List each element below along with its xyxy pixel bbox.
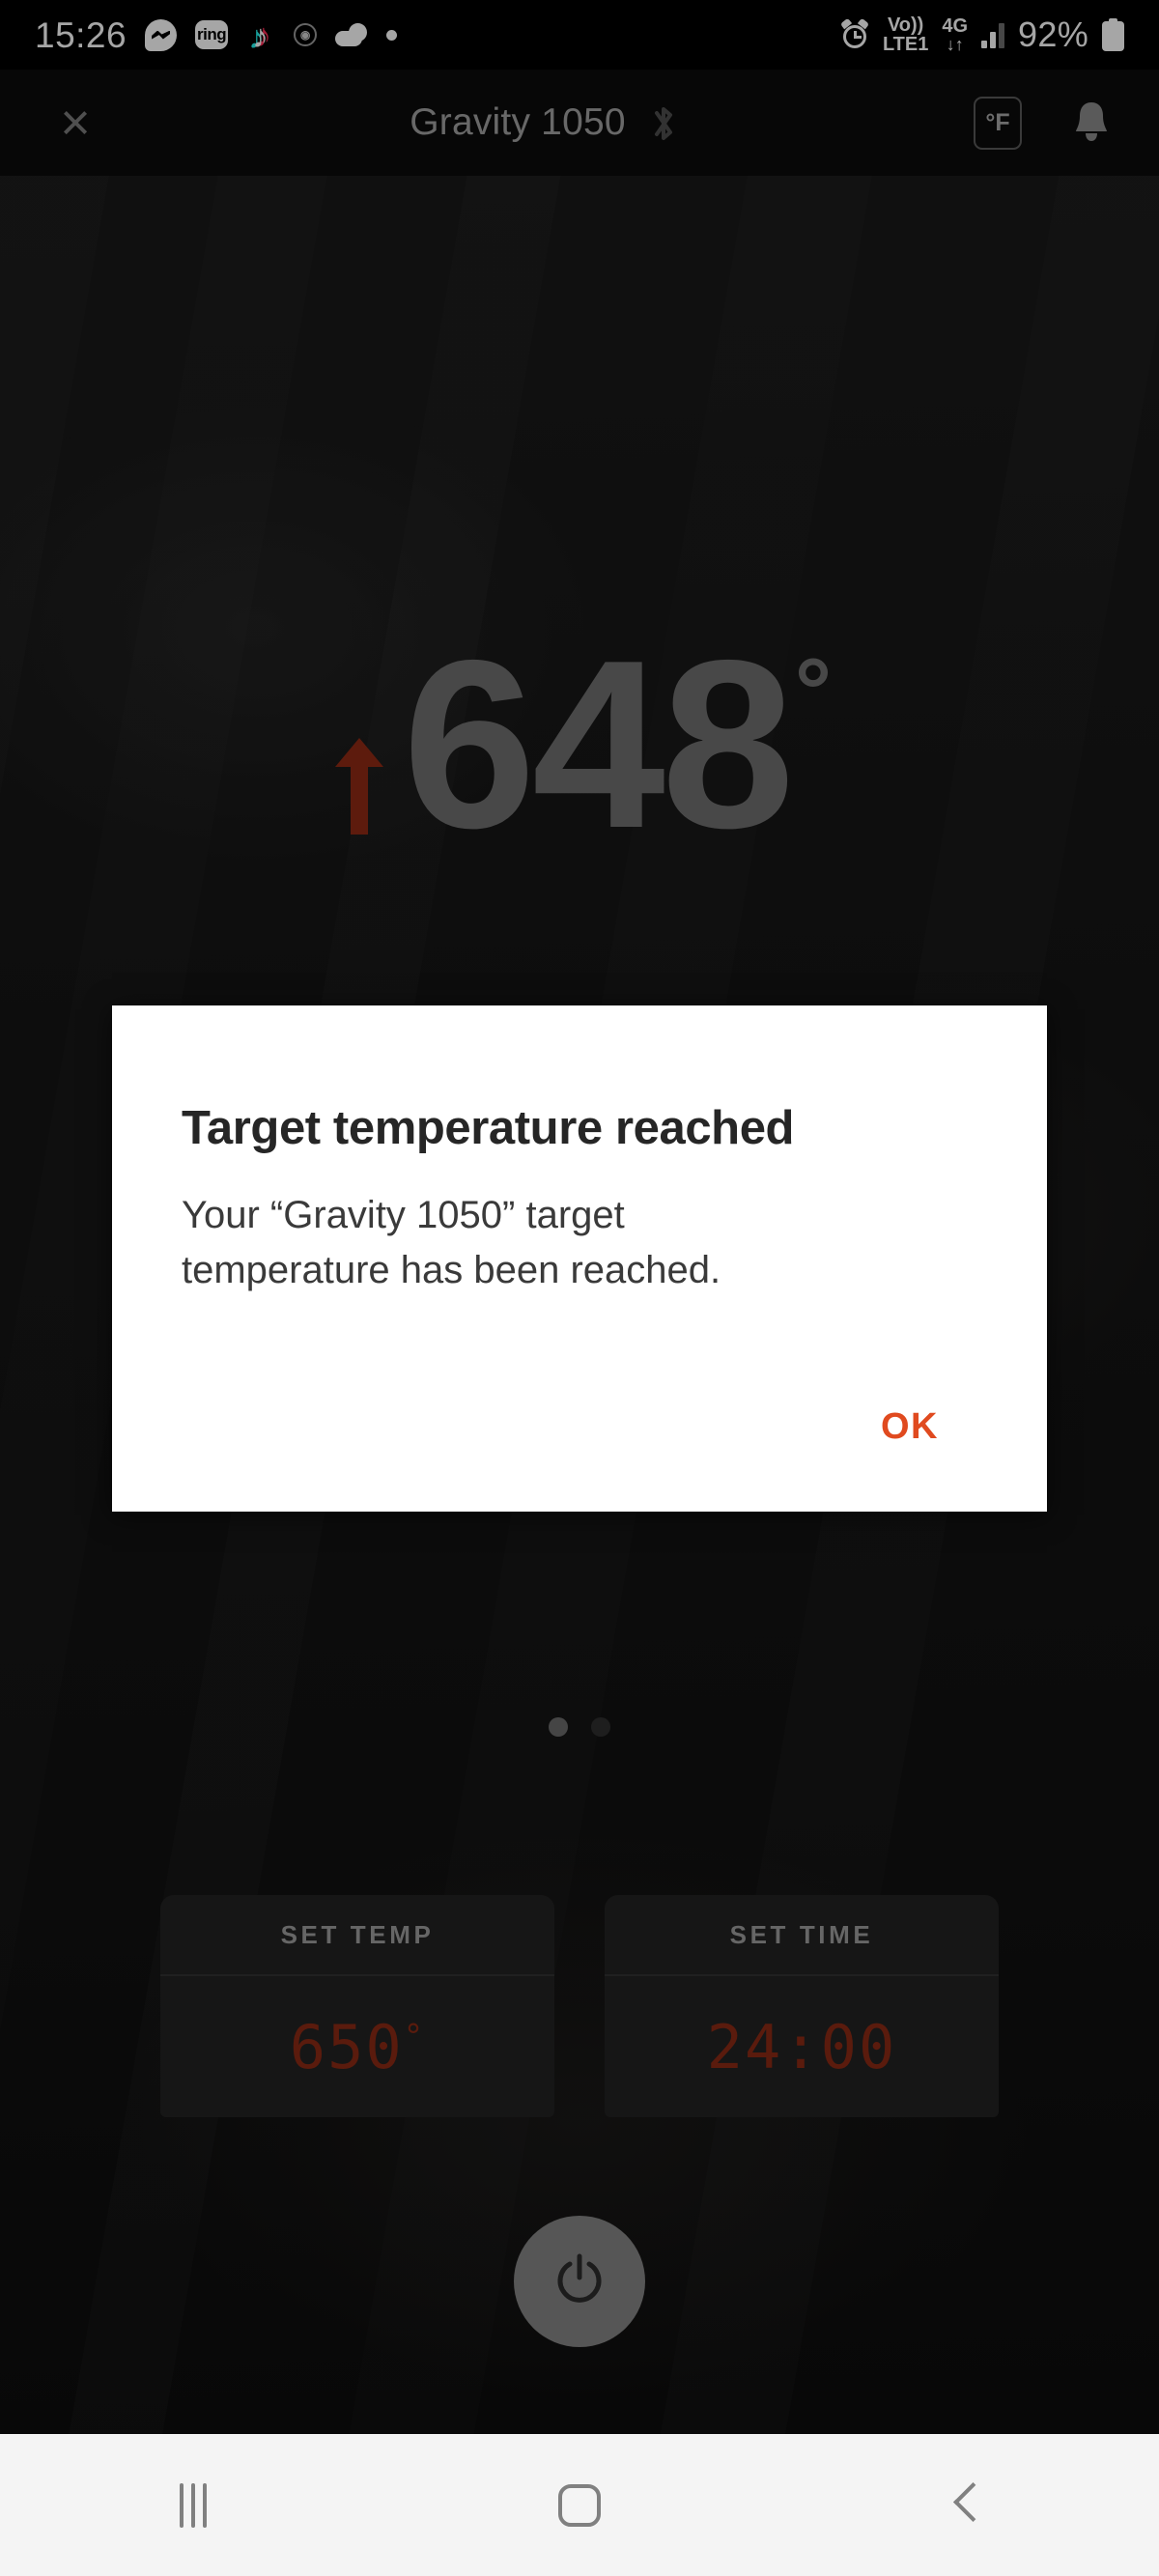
dialog-actions: OK [182,1406,977,1512]
home-button[interactable] [386,2483,773,2527]
ok-button[interactable]: OK [881,1406,939,1448]
home-icon [558,2483,601,2527]
recents-button[interactable] [0,2482,386,2528]
target-temperature-dialog: Target temperature reached Your “Gravity… [112,1005,1047,1512]
dialog-message: Your “Gravity 1050” target temperature h… [182,1193,721,1291]
android-nav-bar [0,2434,1159,2576]
recents-icon [180,2482,207,2528]
back-icon [951,2483,980,2528]
dialog-title: Target temperature reached [182,1102,795,1154]
back-button[interactable] [773,2483,1159,2528]
phone-screen: 15:26 ring ♪ ♪ ♪ ◉ Vo)) LTE1 4G ↓↑ 92% ×… [0,0,1159,2576]
